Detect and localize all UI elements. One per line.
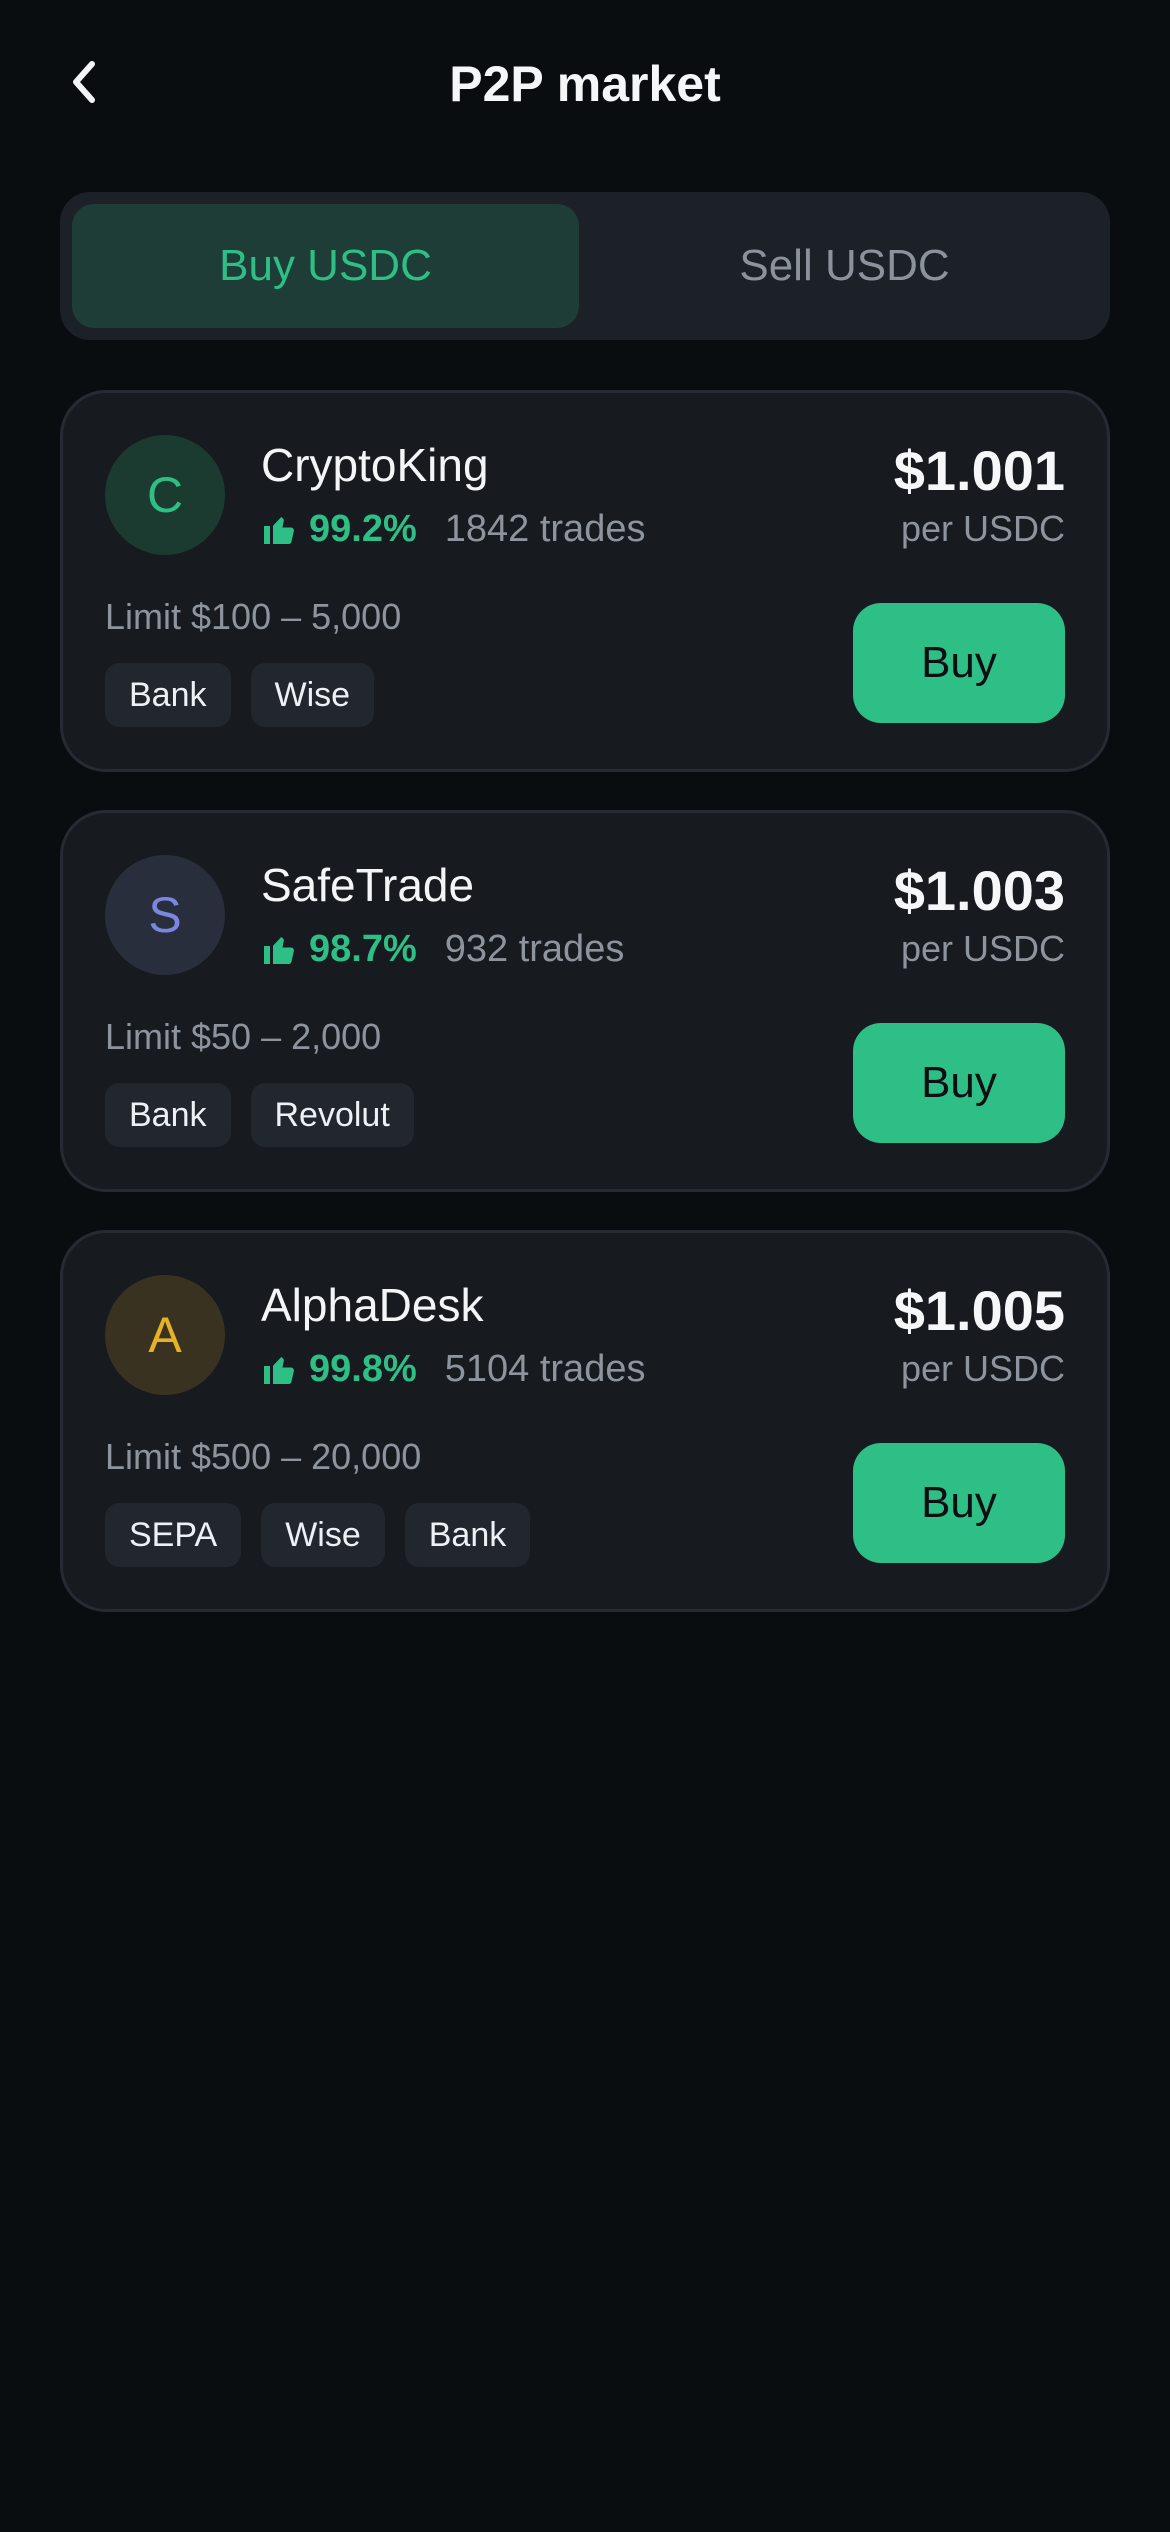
offer-card: S SafeTrade 98.7% 932 trades $1.003 per … xyxy=(60,810,1110,1192)
payment-method-tag: Bank xyxy=(105,1083,231,1147)
merchant-name: SafeTrade xyxy=(261,859,475,911)
offer-card: A AlphaDesk 99.8% 5104 trades $1.005 per… xyxy=(60,1230,1110,1612)
trade-limit: Limit $100 – 5,000 xyxy=(105,596,402,637)
completion-rating: 99.2% xyxy=(309,507,417,550)
tab-sell-usdc[interactable]: Sell USDC xyxy=(591,204,1098,328)
thumbs-up-icon xyxy=(261,511,297,547)
payment-method-tag: Wise xyxy=(261,1503,385,1567)
merchant-name: AlphaDesk xyxy=(261,1279,484,1331)
price-unit: per USDC xyxy=(900,1348,1065,1389)
payment-method-tag: Wise xyxy=(250,663,375,727)
trade-count: 1842 trades xyxy=(444,507,646,550)
offer-price: $1.001 xyxy=(893,439,1065,502)
payment-methods: Bank Wise xyxy=(105,663,375,727)
tab-buy-usdc[interactable]: Buy USDC xyxy=(72,204,579,328)
completion-rating: 98.7% xyxy=(309,927,417,970)
payment-method-tag: SEPA xyxy=(105,1503,242,1567)
merchant-stats: 98.7% 932 trades xyxy=(261,925,624,973)
avatar: A xyxy=(105,1275,225,1395)
page-title: P2P market xyxy=(449,56,721,112)
thumbs-up-icon xyxy=(261,1351,297,1387)
payment-method-tag: Bank xyxy=(404,1503,531,1567)
completion-rating: 99.8% xyxy=(309,1347,417,1390)
avatar: C xyxy=(105,435,225,555)
merchant-stats: 99.2% 1842 trades xyxy=(261,505,645,553)
offer-price: $1.003 xyxy=(893,859,1065,922)
header: P2P market xyxy=(0,0,1170,170)
trade-count: 5104 trades xyxy=(444,1347,646,1390)
payment-method-tag: Revolut xyxy=(250,1083,414,1147)
trade-limit: Limit $50 – 2,000 xyxy=(105,1016,382,1057)
trade-count: 932 trades xyxy=(444,927,625,970)
offer-price: $1.005 xyxy=(893,1279,1065,1342)
payment-method-tag: Bank xyxy=(105,663,231,727)
buy-sell-segmented-control: Buy USDC Sell USDC xyxy=(60,192,1110,340)
buy-button[interactable]: Buy xyxy=(853,1443,1065,1563)
avatar: S xyxy=(105,855,225,975)
payment-methods: SEPA Wise Bank xyxy=(105,1503,531,1567)
thumbs-up-icon xyxy=(261,931,297,967)
buy-button[interactable]: Buy xyxy=(853,603,1065,723)
merchant-name: CryptoKing xyxy=(261,439,489,491)
price-unit: per USDC xyxy=(900,508,1065,549)
p2p-market-screen: P2P market Buy USDC Sell USDC C CryptoKi… xyxy=(0,0,1170,2532)
payment-methods: Bank Revolut xyxy=(105,1083,414,1147)
buy-button[interactable]: Buy xyxy=(853,1023,1065,1143)
price-unit: per USDC xyxy=(900,928,1065,969)
offer-card: C CryptoKing 99.2% 1842 trades $1.001 pe… xyxy=(60,390,1110,772)
merchant-stats: 99.8% 5104 trades xyxy=(261,1345,645,1393)
trade-limit: Limit $500 – 20,000 xyxy=(105,1436,422,1477)
